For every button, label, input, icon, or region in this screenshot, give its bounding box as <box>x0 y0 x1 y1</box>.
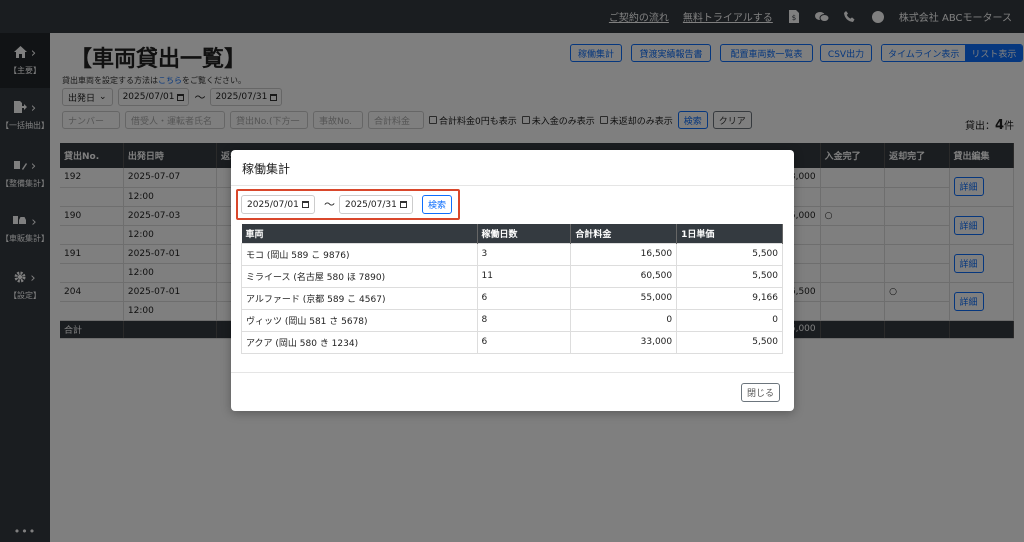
date-to-value: 2025/07/31 <box>345 199 397 210</box>
modal-search-button[interactable]: 検索 <box>422 195 453 214</box>
col-total: 合計料金 <box>570 224 678 243</box>
days-cell: 3 <box>476 242 572 266</box>
date-range-separator: 〜 <box>324 198 335 211</box>
table-row: モコ (岡山 589 こ 9876) 3 16,500 5,500 <box>241 242 783 266</box>
usage-table: 車両 稼働日数 合計料金 1日単価 モコ (岡山 589 こ 9876) 3 16,… <box>241 224 783 354</box>
vehicle-cell: アクア (岡山 580 き 1234) <box>241 330 478 354</box>
date-from-value: 2025/07/01 <box>247 199 299 210</box>
col-daily-rate: 1日単価 <box>676 224 783 243</box>
days-cell: 6 <box>476 286 572 310</box>
table-row: アルファード (京都 589 こ 4567) 6 55,000 9,166 <box>241 286 783 310</box>
modal-date-from-input[interactable]: 2025/07/01 <box>241 195 315 214</box>
usage-summary-modal: 稼働集計 2025/07/01 〜 2025/07/31 検索 車両 稼働日数 … <box>231 150 794 411</box>
vehicle-cell: ヴィッツ (岡山 581 さ 5678) <box>241 308 478 332</box>
days-cell: 11 <box>476 264 572 288</box>
table-row: アクア (岡山 580 き 1234) 6 33,000 5,500 <box>241 330 783 354</box>
table-row: ミライース (名古屋 580 ほ 7890) 11 60,500 5,500 <box>241 264 783 288</box>
vehicle-cell: アルファード (京都 589 こ 4567) <box>241 286 478 310</box>
daily-cell: 5,500 <box>676 242 783 266</box>
table-header-row: 車両 稼働日数 合計料金 1日単価 <box>241 224 783 243</box>
col-vehicle: 車両 <box>241 224 478 243</box>
vehicle-cell: モコ (岡山 589 こ 9876) <box>241 242 478 266</box>
total-cell: 60,500 <box>570 264 678 288</box>
total-cell: 0 <box>570 308 678 332</box>
close-button[interactable]: 閉じる <box>741 383 781 402</box>
total-cell: 16,500 <box>570 242 678 266</box>
modal-date-to-input[interactable]: 2025/07/31 <box>339 195 413 214</box>
daily-cell: 0 <box>676 308 783 332</box>
days-cell: 8 <box>476 308 572 332</box>
calendar-icon[interactable] <box>301 201 309 208</box>
modal-title: 稼働集計 <box>242 162 291 176</box>
days-cell: 6 <box>476 330 572 354</box>
total-cell: 33,000 <box>570 330 678 354</box>
vehicle-cell: ミライース (名古屋 580 ほ 7890) <box>241 264 478 288</box>
daily-cell: 5,500 <box>676 330 783 354</box>
calendar-icon[interactable] <box>399 201 407 208</box>
total-cell: 55,000 <box>570 286 678 310</box>
divider <box>231 372 794 373</box>
col-days: 稼働日数 <box>477 224 572 243</box>
table-row: ヴィッツ (岡山 581 さ 5678) 8 0 0 <box>241 308 783 332</box>
daily-cell: 5,500 <box>676 264 783 288</box>
divider <box>231 185 794 186</box>
daily-cell: 9,166 <box>676 286 783 310</box>
